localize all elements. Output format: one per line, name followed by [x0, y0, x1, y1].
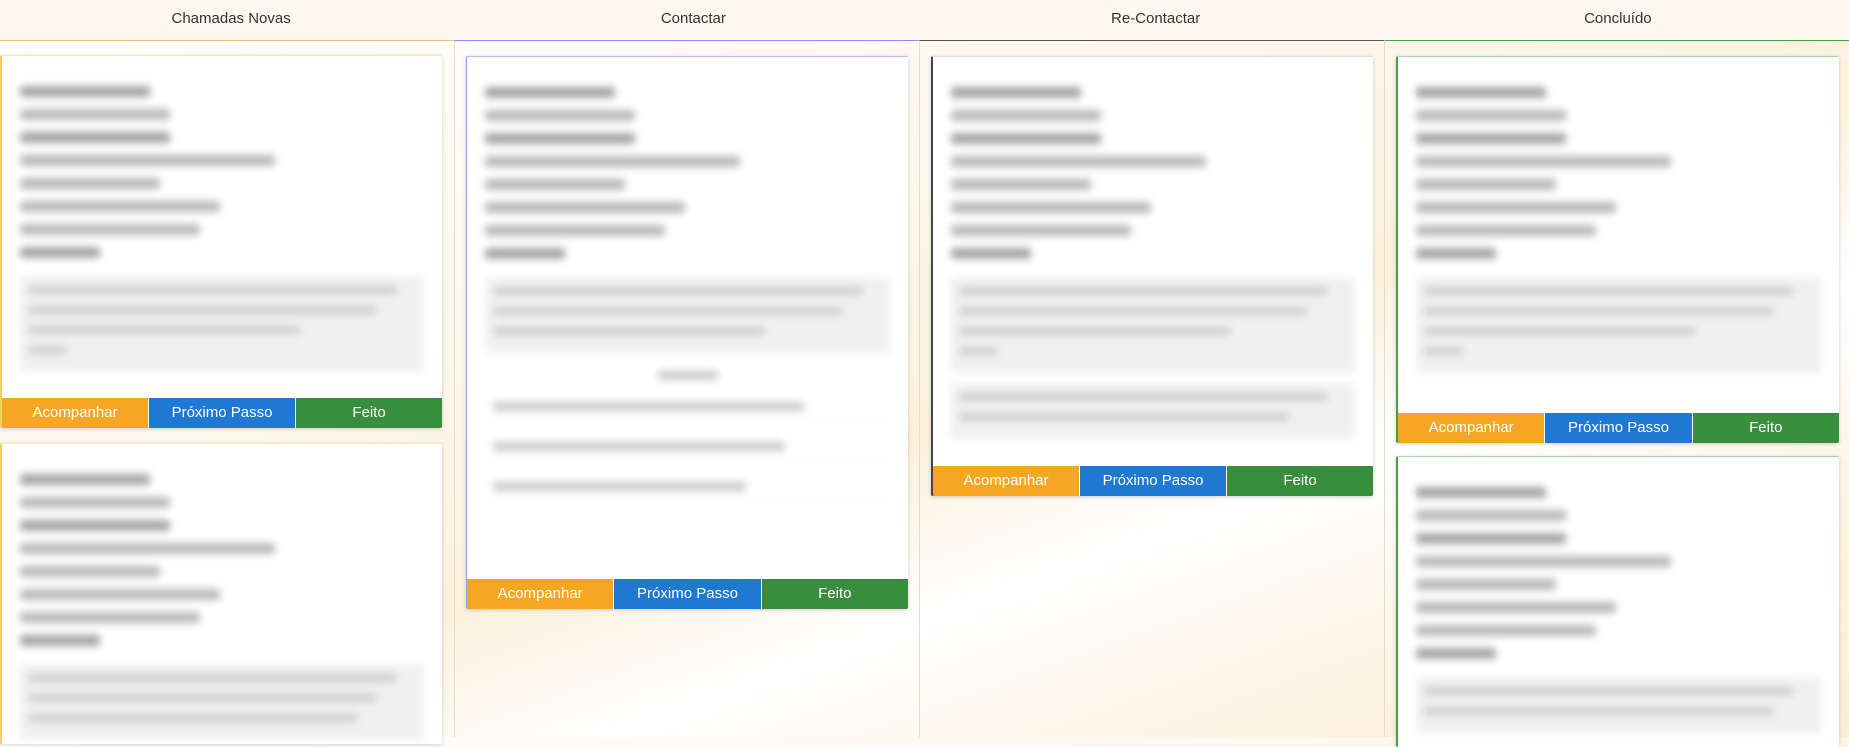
card-content-redacted	[933, 57, 1373, 439]
next-step-button[interactable]: Próximo Passo	[614, 579, 762, 609]
card-content-redacted	[2, 444, 442, 740]
card-content-redacted	[1398, 57, 1839, 373]
column-contactar: Acompanhar Próximo Passo Feito	[454, 40, 920, 737]
next-step-button[interactable]: Próximo Passo	[1545, 413, 1693, 443]
done-button[interactable]: Feito	[296, 398, 442, 428]
follow-button[interactable]: Acompanhar	[1398, 413, 1546, 443]
next-step-button[interactable]: Próximo Passo	[149, 398, 296, 428]
column-chamadas-novas: Acompanhar Próximo Passo Feito	[0, 40, 453, 744]
column-re-contactar: Acompanhar Próximo Passo Feito	[919, 40, 1385, 737]
column-concluido: Acompanhar Próximo Passo Feito	[1384, 40, 1849, 747]
call-card[interactable]	[1396, 456, 1839, 747]
follow-button[interactable]: Acompanhar	[933, 466, 1080, 496]
call-card[interactable]: Acompanhar Próximo Passo Feito	[1396, 56, 1839, 443]
follow-button[interactable]: Acompanhar	[2, 398, 149, 428]
card-action-bar: Acompanhar Próximo Passo Feito	[1398, 413, 1839, 443]
column-title-contactar: Contactar	[660, 10, 726, 27]
column-title-re-contactar: Re-Contactar	[1111, 10, 1201, 27]
done-button[interactable]: Feito	[1227, 466, 1373, 496]
card-content-redacted	[1398, 457, 1839, 733]
column-title-chamadas-novas: Chamadas Novas	[171, 10, 291, 27]
card-action-bar: Acompanhar Próximo Passo Feito	[467, 579, 908, 609]
done-button[interactable]: Feito	[761, 579, 908, 609]
card-action-bar: Acompanhar Próximo Passo Feito	[933, 466, 1373, 496]
call-card[interactable]: Acompanhar Próximo Passo Feito	[0, 55, 442, 428]
board-header: Chamadas Novas Contactar Re-Contactar Co…	[0, 0, 1849, 41]
done-button[interactable]: Feito	[1692, 413, 1839, 443]
column-title-concluido: Concluído	[1584, 10, 1652, 27]
call-card[interactable]: Acompanhar Próximo Passo Feito	[931, 56, 1373, 496]
call-card[interactable]: Acompanhar Próximo Passo Feito	[466, 56, 908, 609]
card-action-bar: Acompanhar Próximo Passo Feito	[2, 398, 442, 428]
call-card[interactable]	[0, 443, 442, 744]
follow-button[interactable]: Acompanhar	[467, 579, 615, 609]
next-step-button[interactable]: Próximo Passo	[1080, 466, 1227, 496]
card-content-redacted	[2, 56, 442, 372]
card-content-redacted	[467, 57, 908, 500]
